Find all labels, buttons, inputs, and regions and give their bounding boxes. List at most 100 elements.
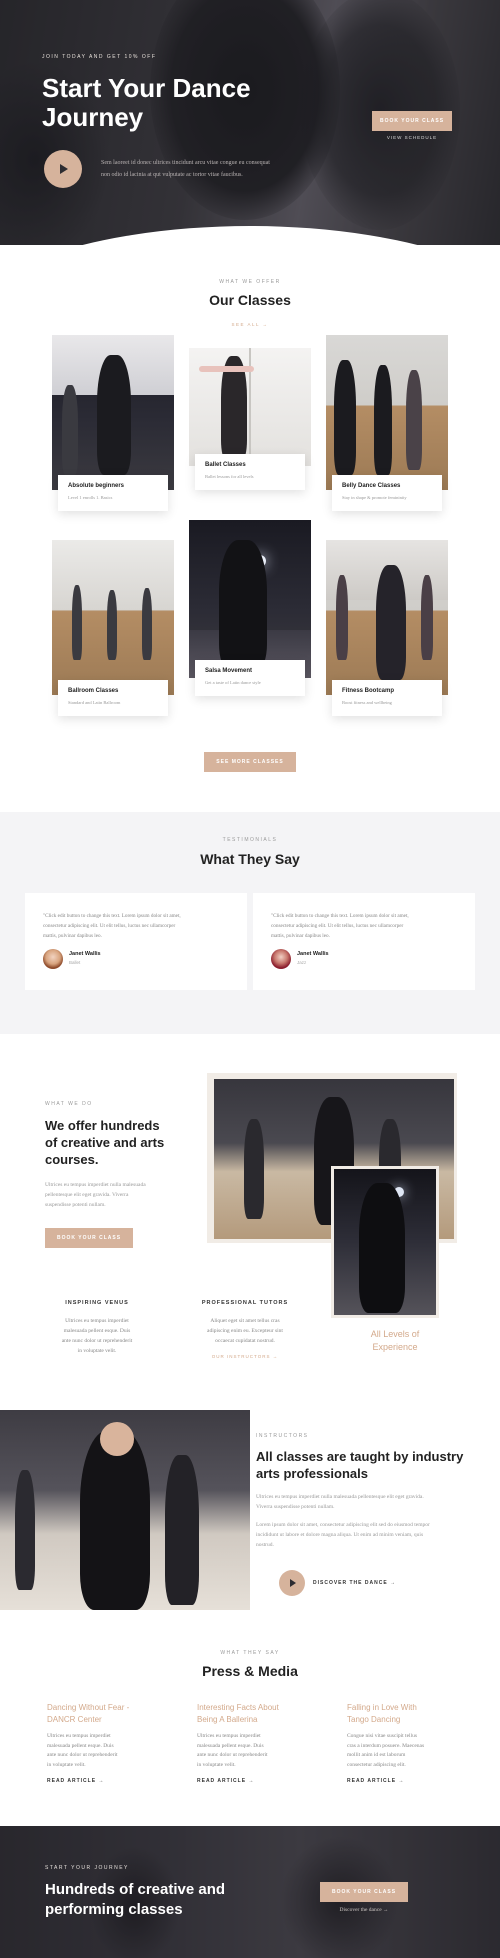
testimonial-role: Ballet xyxy=(69,960,81,965)
class-subtitle: Standard and Latin Ballroom xyxy=(68,700,121,705)
class-name: Salsa Movement xyxy=(205,668,253,674)
instructors-play-button[interactable] xyxy=(279,1570,305,1596)
quote-line: consectetur adipiscing elit. Ut elit tel… xyxy=(43,923,176,929)
read-article-link[interactable]: READ ARTICLE → xyxy=(47,1778,157,1784)
testimonial-quote: "Click edit button to change this text. … xyxy=(271,911,457,941)
levels-label: All Levels of Experience xyxy=(345,1328,445,1354)
press-line: Congue nisi vitae suscipit tellus xyxy=(347,1733,417,1739)
feature-professional-tutors: PROFESSIONAL TUTORS Aliquet eget sit ame… xyxy=(190,1300,300,1359)
press-line: consectetur adipiscing elit. xyxy=(347,1761,406,1768)
our-instructors-link[interactable]: OUR INSTRUCTORS → xyxy=(190,1354,300,1359)
hero-play-button[interactable] xyxy=(44,150,82,188)
press-title: Press & Media xyxy=(202,1663,298,1679)
feature-line: Ultrices eu tempus imperdiet xyxy=(65,1318,129,1324)
instructors-line: Viverra suspendisse potenti nullam. xyxy=(256,1504,335,1510)
instructors-line: incididunt ut labore et dolore magna ali… xyxy=(256,1532,424,1538)
about-photo-secondary xyxy=(331,1166,439,1318)
class-card-ballroom[interactable]: Ballroom Classes Standard and Latin Ball… xyxy=(58,680,168,716)
class-name: Absolute beginners xyxy=(68,483,125,489)
press-article-title[interactable]: Falling in Love With Tango Dancing xyxy=(347,1702,457,1726)
press-line: malesuada pellent esque. Duis xyxy=(197,1742,264,1749)
press-line: ante nunc dolor ut reprehenderit xyxy=(47,1752,118,1758)
testimonials-title: What They Say xyxy=(200,851,300,867)
hero-title-line-1: Start Your Dance xyxy=(42,73,251,103)
quote-line: consectetur adipiscing elit. Ut elit tel… xyxy=(271,923,404,929)
hero-text: Sem laoreet id donec ultrices tincidunt … xyxy=(101,157,270,181)
about-book-button[interactable]: BOOK YOUR CLASS xyxy=(45,1228,133,1248)
class-card-fitness[interactable]: Fitness Bootcamp Boost fitness and wellb… xyxy=(332,680,442,716)
class-photo-salsa[interactable] xyxy=(189,520,311,678)
read-article-link[interactable]: READ ARTICLE → xyxy=(197,1778,307,1784)
press-title-line: Falling in Love With xyxy=(347,1703,417,1712)
classes-see-all-link[interactable]: SEE ALL → xyxy=(0,322,500,327)
read-article-link[interactable]: READ ARTICLE → xyxy=(347,1778,457,1784)
instructors-line: nostrud. xyxy=(256,1542,274,1548)
class-name: Ballroom Classes xyxy=(68,688,119,694)
discover-dance-link[interactable]: DISCOVER THE DANCE → xyxy=(313,1580,396,1586)
footer-eyebrow: START YOUR JOURNEY xyxy=(45,1865,129,1871)
testimonials-eyebrow: TESTIMONIALS xyxy=(222,837,278,843)
press-article-text: Congue nisi vitae suscipit tellus cras a… xyxy=(347,1732,457,1770)
about-text-line: suspendisse potenti nullam. xyxy=(45,1202,106,1208)
instructors-title: All classes are taught by industry arts … xyxy=(256,1448,463,1482)
classes-title: Our Classes xyxy=(209,292,291,308)
about-text-line: Ultrices eu tempus imperdiet nulla males… xyxy=(45,1182,146,1188)
about-title-line: of creative and arts xyxy=(45,1135,165,1150)
avatar xyxy=(43,949,63,969)
class-card-ballet[interactable]: Ballet Classes Ballet lessons for all le… xyxy=(195,454,305,490)
feature-line: adipiscing enim eu. Excepteur sint xyxy=(207,1328,283,1334)
class-subtitle: Stay in shape & promote femininity xyxy=(342,495,407,500)
class-subtitle: Boost fitness and wellbeing xyxy=(342,700,392,705)
instructors-title-line: All classes are taught by industry xyxy=(256,1449,464,1464)
hero-schedule-link[interactable]: VIEW SCHEDULE xyxy=(372,135,452,140)
press-eyebrow: WHAT THEY SAY xyxy=(220,1650,280,1656)
testimonial-card-1: "Click edit button to change this text. … xyxy=(25,893,247,990)
classes-eyebrow: WHAT WE OFFER xyxy=(219,279,281,285)
levels-line: All Levels of xyxy=(370,1329,420,1339)
instructors-paragraph-2: Lorem ipsum dolor sit amet, consectetur … xyxy=(256,1520,430,1550)
testimonial-card-2: "Click edit button to change this text. … xyxy=(253,893,475,990)
testimonial-name: Janet Wallis xyxy=(297,951,329,957)
about-text: Ultrices eu tempus imperdiet nulla males… xyxy=(45,1180,146,1210)
instructors-line: Ultrices eu tempus imperdiet nulla males… xyxy=(256,1494,424,1500)
play-icon xyxy=(60,164,68,174)
footer-discover-link[interactable]: Discover the dance → xyxy=(320,1907,408,1913)
press-article-title[interactable]: Interesting Facts About Being A Ballerin… xyxy=(197,1702,307,1726)
class-name: Fitness Bootcamp xyxy=(342,688,395,694)
press-title-line: Being A Ballerina xyxy=(197,1715,258,1724)
class-name: Ballet Classes xyxy=(205,462,246,468)
feature-text: Aliquet eget sit amet tellus cras adipis… xyxy=(190,1316,300,1346)
press-line: ante nunc dolor ut reprehenderit xyxy=(197,1752,268,1758)
class-photo-belly-dance[interactable] xyxy=(326,335,448,490)
see-more-classes-button[interactable]: SEE MORE CLASSES xyxy=(204,752,296,772)
hero-section: JOIN TODAY AND GET 10% OFF Start Your Da… xyxy=(0,0,500,245)
press-title-line: Interesting Facts About xyxy=(197,1703,279,1712)
hero-book-button[interactable]: BOOK YOUR CLASS xyxy=(372,111,452,131)
class-card-belly-dance[interactable]: Belly Dance Classes Stay in shape & prom… xyxy=(332,475,442,511)
feature-line: Aliquet eget sit amet tellus cras xyxy=(210,1318,280,1324)
class-card-salsa[interactable]: Salsa Movement Get a taste of Latin danc… xyxy=(195,660,305,696)
press-article-title[interactable]: Dancing Without Fear - DANCR Center xyxy=(47,1702,157,1726)
class-card-absolute-beginners[interactable]: Absolute beginners Level 1 enrolls 1. Ba… xyxy=(58,475,168,511)
testimonial-role: Jazz xyxy=(297,960,307,965)
instructors-eyebrow: INSTRUCTORS xyxy=(256,1433,309,1439)
feature-title: PROFESSIONAL TUTORS xyxy=(201,1300,289,1306)
quote-line: mattis, pulvinar dapibus leo. xyxy=(43,933,102,939)
footer-title-line: Hundreds of creative and xyxy=(45,1881,226,1898)
hero-text-line-2: non odio id lacinia at qut vulputate ac … xyxy=(101,172,243,178)
class-photo-ballet[interactable] xyxy=(189,348,311,466)
about-title-line: We offer hundreds xyxy=(45,1118,160,1133)
about-text-line: pellentesque elit eget gravida. Viverra xyxy=(45,1192,129,1198)
feature-line: ante nunc dolor ut reprehenderit xyxy=(61,1338,133,1344)
class-photo-fitness[interactable] xyxy=(326,540,448,695)
quote-line: "Click edit button to change this text. … xyxy=(43,913,181,919)
class-photo-absolute-beginners[interactable] xyxy=(52,335,174,490)
press-title-line: Dancing Without Fear - xyxy=(47,1703,130,1712)
about-title: We offer hundreds of creative and arts c… xyxy=(45,1117,164,1168)
press-article-text: Ultrices eu tempus imperdiet malesuada p… xyxy=(47,1732,157,1770)
levels-line: Experience xyxy=(372,1342,418,1352)
press-line: in voluptate velit. xyxy=(47,1761,86,1768)
footer-book-button[interactable]: BOOK YOUR CLASS xyxy=(320,1882,408,1902)
feature-line: occaecat cupidatat nostrud. xyxy=(215,1338,275,1344)
class-photo-ballroom[interactable] xyxy=(52,540,174,695)
